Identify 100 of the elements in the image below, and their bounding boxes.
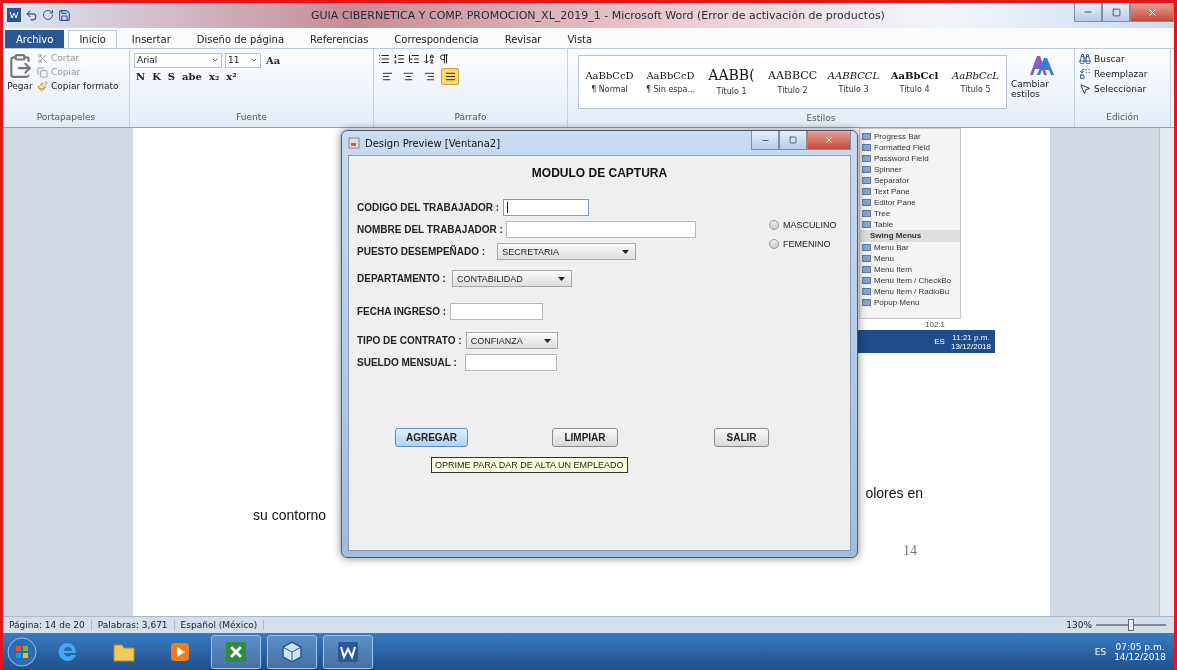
minimize-button[interactable] <box>1074 3 1102 22</box>
align-icon <box>402 70 414 82</box>
form-button[interactable]: AGREGAR <box>395 428 468 447</box>
ribbon-tab[interactable]: Revisar <box>493 29 553 48</box>
form-button[interactable]: LIMPIAR <box>552 428 618 447</box>
radio-option[interactable]: FEMENINO <box>769 239 837 249</box>
radio-option[interactable]: MASCULINO <box>769 220 837 230</box>
editing-button[interactable]: Seleccionar <box>1079 82 1148 95</box>
font-name-field[interactable]: Arial <box>134 52 222 68</box>
style-name[interactable]: ¶ Normal <box>591 84 628 94</box>
style-name[interactable]: Título 3 <box>838 84 869 94</box>
taskbar-app[interactable] <box>323 634 373 669</box>
cursor-position: 102:1 <box>925 318 947 331</box>
group-label: Fuente <box>235 111 268 124</box>
vertical-scrollbar[interactable] <box>1159 127 1174 617</box>
ribbon-tab[interactable]: Vista <box>556 29 604 48</box>
font-size-field[interactable]: 11 <box>225 52 261 68</box>
paintbrush-icon <box>37 80 48 92</box>
file-tab[interactable]: Archivo <box>5 29 65 48</box>
palette-item: Editor Pane <box>860 196 960 208</box>
dropdown[interactable]: CONTABILIDAD <box>451 270 572 287</box>
zoom-level[interactable]: 130% <box>1066 620 1092 631</box>
style-name[interactable]: Título 1 <box>716 87 747 97</box>
undo-icon[interactable] <box>25 8 38 22</box>
save-icon[interactable] <box>58 8 71 22</box>
bullet-list-icon[interactable] <box>378 52 390 65</box>
cube-icon[interactable] <box>280 639 304 664</box>
restore-button[interactable] <box>1102 3 1130 22</box>
spreadsheet-icon[interactable] <box>224 639 248 664</box>
field-label: TIPO DE CONTRATO : <box>357 335 462 346</box>
taskbar-app[interactable] <box>211 634 261 669</box>
media-player-icon[interactable] <box>170 641 190 662</box>
editing-button[interactable]: Buscar <box>1079 52 1148 65</box>
pilcrow-icon[interactable] <box>438 52 450 65</box>
group-label: Estilos <box>805 112 837 125</box>
field-label: CODIGO DEL TRABAJADOR : <box>357 202 500 213</box>
align-button[interactable] <box>441 67 459 85</box>
style-preview[interactable]: AABB( <box>708 67 755 84</box>
form-button[interactable]: SALIR <box>714 428 769 447</box>
dropdown[interactable]: CONFIANZA <box>465 332 558 349</box>
word-count: Palabras: 3,671 <box>91 620 175 631</box>
style-name[interactable]: ¶ Sin espa... <box>645 84 696 94</box>
taskbar-clock[interactable]: 07:05 p.m. 14/12/2018 <box>1114 641 1166 662</box>
word-logo-icon <box>7 8 21 23</box>
style-name[interactable]: Título 5 <box>960 84 991 94</box>
language-indicator[interactable]: Español (México) <box>174 620 265 631</box>
word-icon[interactable] <box>336 639 360 664</box>
text-field[interactable] <box>503 199 590 216</box>
multilevel-list-icon[interactable] <box>408 52 420 65</box>
paste-button[interactable]: Pegar <box>7 52 33 108</box>
zoom-thumb[interactable] <box>1128 619 1134 632</box>
caret-icon <box>543 338 551 343</box>
change-styles-button[interactable]: Cambiar estilos <box>1011 52 1070 109</box>
start-button[interactable] <box>7 636 37 667</box>
style-preview[interactable]: AaBbCcL <box>952 69 999 81</box>
style-preview[interactable]: AaBbCcl <box>890 69 939 81</box>
ribbon-tab[interactable]: Correspondencia <box>383 29 490 48</box>
ribbon-tab[interactable]: Referencias <box>299 29 380 48</box>
format-button[interactable]: K <box>150 70 163 82</box>
style-name[interactable]: Título 4 <box>899 84 930 94</box>
text-field[interactable] <box>450 303 544 320</box>
case-button[interactable]: Aa <box>264 54 283 66</box>
clipboard-button[interactable]: Copiar formato <box>37 80 119 92</box>
minimize-button[interactable] <box>751 131 779 150</box>
ribbon-tab[interactable]: Diseño de página <box>185 29 295 48</box>
group-label: Edición <box>1105 111 1140 124</box>
palette-item: Menu Bar <box>860 241 960 253</box>
field-label: FECHA INGRESO : <box>357 306 447 317</box>
format-button[interactable]: N <box>134 70 148 82</box>
form-heading: MODULO DE CAPTURA <box>531 166 668 180</box>
close-icon <box>1146 6 1158 18</box>
editing-button[interactable]: Reemplazar <box>1079 67 1148 80</box>
style-preview[interactable]: AaBbCcD <box>585 69 634 81</box>
radio-button[interactable] <box>769 220 779 230</box>
tray-language[interactable]: ES <box>1094 646 1107 657</box>
ribbon-tab[interactable]: Insertar <box>120 29 182 48</box>
tray-language: ES <box>934 337 945 347</box>
group-label: Párrafo <box>453 111 488 124</box>
maximize-button[interactable] <box>779 131 807 150</box>
text-field[interactable] <box>464 354 557 371</box>
style-preview[interactable]: AABBCCL <box>827 69 880 81</box>
style-name[interactable]: Título 2 <box>777 85 808 95</box>
format-button[interactable]: S <box>165 70 178 82</box>
redo-icon[interactable] <box>42 9 54 22</box>
palette-item: Menu <box>860 252 960 264</box>
ribbon-tab[interactable]: Inicio <box>68 29 117 48</box>
format-button[interactable]: abe <box>180 70 204 82</box>
format-button[interactable]: x² <box>224 70 239 82</box>
radio-button[interactable] <box>769 239 779 249</box>
style-preview[interactable]: AaBbCcD <box>646 69 695 81</box>
java-cup-icon <box>348 137 360 149</box>
style-preview[interactable]: AABBCC <box>767 68 818 82</box>
dropdown[interactable]: SECRETARIA <box>497 243 637 260</box>
field-label: NOMBRE DEL TRABAJADOR : <box>357 224 503 235</box>
format-button[interactable]: x₂ <box>206 70 222 82</box>
square-icon <box>1111 7 1121 17</box>
sort-icon[interactable] <box>423 52 435 65</box>
numbered-list-icon[interactable] <box>393 52 405 65</box>
taskbar-app[interactable] <box>267 634 317 669</box>
text-field[interactable] <box>505 221 696 238</box>
